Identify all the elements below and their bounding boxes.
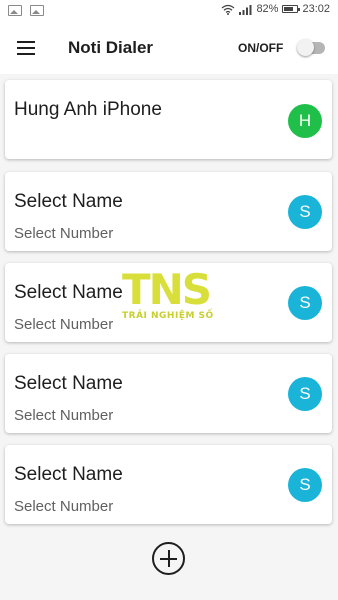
- image-icon: [30, 5, 44, 16]
- avatar[interactable]: H: [288, 104, 322, 138]
- contact-name: Select Name: [14, 464, 123, 485]
- status-notification-icons: [8, 5, 44, 16]
- contact-card[interactable]: Select Name Select Number S: [5, 445, 332, 524]
- clock: 23:02: [302, 3, 330, 15]
- toggle-thumb: [297, 39, 314, 56]
- status-bar: 82% 23:02: [0, 0, 338, 24]
- watermark-text: TNS: [122, 265, 212, 314]
- signal-icon: [239, 4, 252, 15]
- avatar[interactable]: S: [288, 377, 322, 411]
- battery-icon: [282, 5, 301, 13]
- image-icon: [8, 5, 22, 16]
- contact-card[interactable]: Select Name Select Number S: [5, 172, 332, 251]
- contact-card[interactable]: Hung Anh iPhone H: [5, 80, 332, 159]
- battery-percent: 82%: [256, 3, 279, 15]
- contact-name: Select Name: [14, 191, 123, 212]
- app-bar: Noti Dialer ON/OFF: [0, 24, 338, 74]
- contact-name: Hung Anh iPhone: [14, 99, 162, 120]
- avatar[interactable]: S: [288, 468, 322, 502]
- toggle-label: ON/OFF: [238, 41, 284, 55]
- avatar[interactable]: S: [288, 286, 322, 320]
- plus-icon-stroke: [168, 550, 170, 567]
- watermark-logo: TNS TRẢI NGHIỆM SỐ: [122, 265, 220, 328]
- watermark-subtitle: TRẢI NGHIỆM SỐ: [122, 311, 214, 321]
- battery-fill: [284, 7, 294, 11]
- contact-number: Select Number: [14, 225, 114, 242]
- app-title: Noti Dialer: [68, 38, 154, 57]
- menu-icon[interactable]: [17, 41, 35, 55]
- on-off-toggle[interactable]: [297, 39, 327, 56]
- contact-number: Select Number: [14, 407, 114, 424]
- contact-number: Select Number: [14, 498, 114, 515]
- wifi-icon: [222, 4, 235, 15]
- contact-card[interactable]: Select Name Select Number S: [5, 354, 332, 433]
- add-contact-button[interactable]: [152, 542, 185, 575]
- avatar[interactable]: S: [288, 195, 322, 229]
- contact-name: Select Name: [14, 282, 123, 303]
- contact-number: Select Number: [14, 316, 114, 333]
- contact-name: Select Name: [14, 373, 123, 394]
- status-right: 82% 23:02: [221, 3, 330, 15]
